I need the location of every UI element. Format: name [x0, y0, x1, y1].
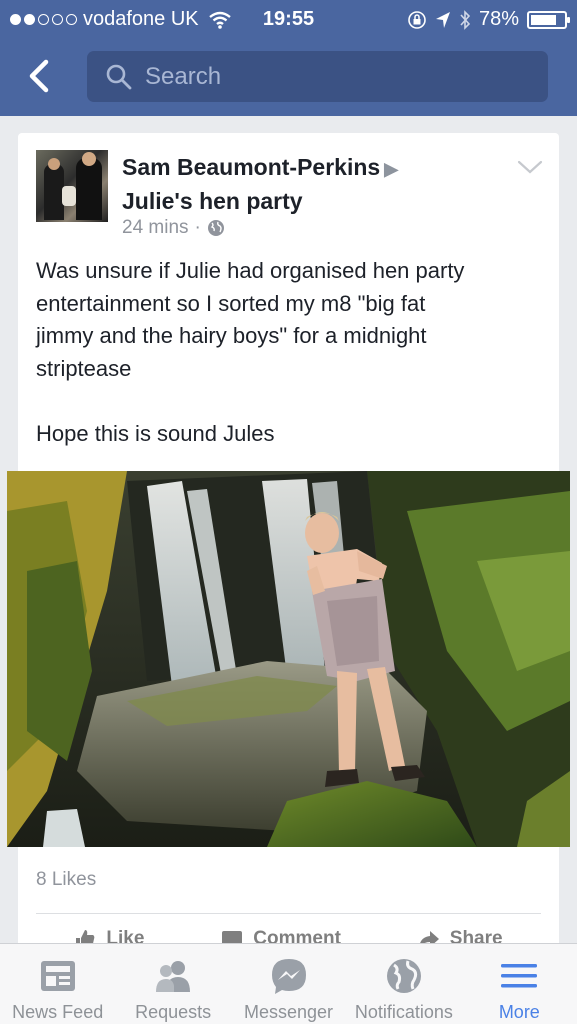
battery-percent: 78% [478, 8, 519, 30]
tab-label: Messenger [243, 1002, 334, 1022]
messenger-icon [271, 959, 306, 994]
chevron-down-icon[interactable] [517, 159, 543, 175]
battery-icon [527, 10, 570, 29]
tab-requests[interactable]: Requests [115, 944, 230, 1024]
post-text-line: jimmy and the hairy boys" for a midnight [36, 323, 427, 348]
menu-icon [501, 964, 538, 988]
avatar-figure [48, 158, 60, 170]
avatar-figure [82, 152, 96, 166]
post-photo[interactable] [7, 471, 570, 847]
search-icon [106, 64, 132, 89]
avatar-figure [62, 186, 76, 206]
status-right: 78% [407, 8, 570, 31]
search-placeholder: Search [145, 62, 222, 90]
news-feed-icon [40, 961, 75, 991]
post-card: Sam Beaumont-Perkins ▶ Julie's hen party … [7, 133, 570, 963]
post-text: Was unsure if Julie had organised hen pa… [36, 255, 541, 450]
post-text-line: striptease [36, 355, 132, 381]
location-icon [435, 11, 450, 28]
rotation-lock-icon [408, 10, 426, 29]
bluetooth-icon [460, 9, 471, 30]
globe-icon [207, 220, 224, 236]
meta-separator: · [194, 217, 201, 238]
tab-news-feed[interactable]: News Feed [0, 944, 115, 1024]
tab-label: Notifications [354, 1002, 453, 1022]
tab-messenger[interactable]: Messenger [231, 944, 346, 1024]
likes-count[interactable]: 8 Likes [36, 869, 96, 891]
play-arrow-icon: ▶ [384, 159, 399, 179]
post-time[interactable]: 24 mins [122, 217, 189, 239]
top-bar: vodafone UK 19:55 78% Search [0, 0, 577, 116]
tab-label: More [498, 1002, 540, 1022]
post-text-line: entertainment so I sorted my m8 "big fat [36, 290, 426, 316]
divider [36, 913, 541, 914]
waterfall-photo [7, 471, 570, 847]
friend-requests-icon [156, 961, 191, 992]
tab-notifications[interactable]: Notifications [346, 944, 461, 1024]
globe-icon [386, 959, 421, 993]
tab-bar: News Feed Requests Messenger Notificatio… [0, 943, 577, 1024]
status-bar: vodafone UK 19:55 78% [0, 0, 577, 38]
tab-more[interactable]: More [462, 944, 577, 1024]
avatar-figure [76, 158, 102, 220]
post-target[interactable]: Julie's hen party [122, 188, 303, 214]
post-meta: 24 mins · [122, 217, 225, 239]
search-input[interactable]: Search [87, 51, 548, 102]
back-arrow-icon[interactable] [22, 58, 58, 94]
avatar[interactable] [36, 150, 108, 222]
tab-label: News Feed [12, 1002, 104, 1022]
battery-fill [531, 14, 556, 25]
post-text-line: Hope this is sound Jules [36, 420, 275, 446]
avatar-figure [44, 164, 64, 220]
post-header: Sam Beaumont-Perkins ▶ Julie's hen party [122, 151, 502, 217]
author-name[interactable]: Sam Beaumont-Perkins [122, 154, 380, 180]
navigation-row: Search [0, 50, 577, 104]
post-text-line: Was unsure if Julie had organised hen pa… [36, 258, 465, 283]
post-text-line [36, 385, 541, 418]
tab-label: Requests [135, 1002, 212, 1022]
